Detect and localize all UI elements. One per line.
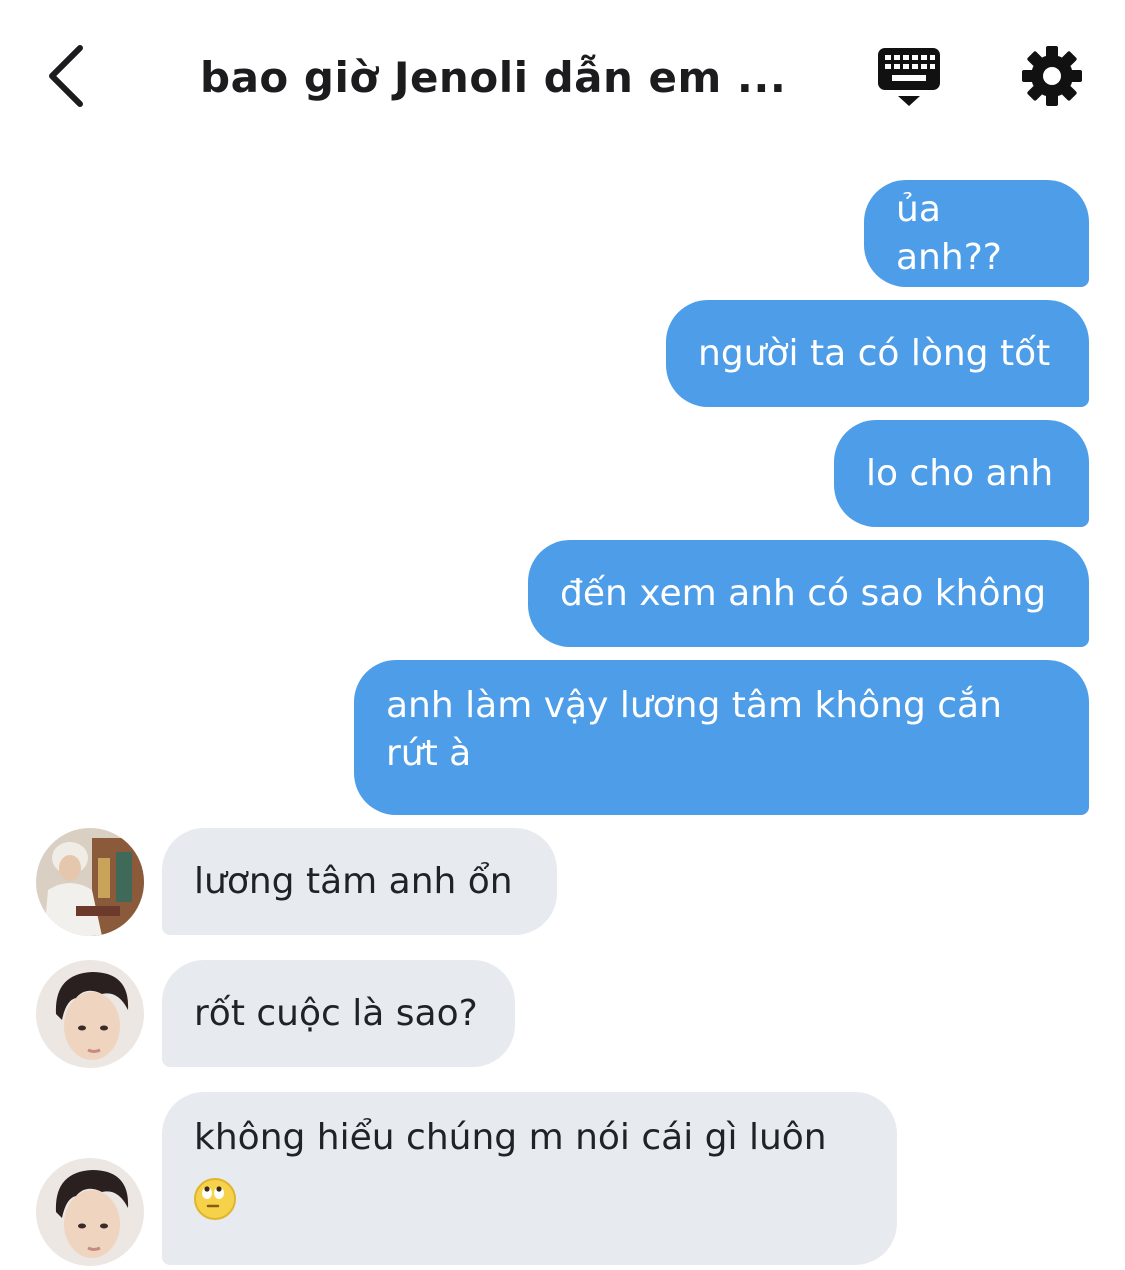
avatar[interactable] <box>36 1158 144 1266</box>
message-text: không hiểu chúng m nói cái gì luôn <box>194 1117 827 1158</box>
chat-header: bao giờ Jenoli dẫn em ... <box>0 0 1125 150</box>
avatar[interactable] <box>36 828 144 936</box>
outgoing-message[interactable]: đến xem anh có sao không <box>528 540 1089 647</box>
incoming-message[interactable]: rốt cuộc là sao? <box>162 960 515 1067</box>
outgoing-message[interactable]: lo cho anh <box>834 420 1089 527</box>
outgoing-message[interactable]: anh làm vậy lương tâm không cắn rứt à <box>354 660 1089 815</box>
message-text: rốt cuộc là sao? <box>194 992 478 1034</box>
settings-button[interactable] <box>1020 44 1084 108</box>
message-text: người ta có lòng tốt <box>698 332 1051 374</box>
message-text: lương tâm anh ổn <box>194 860 513 902</box>
eye-roll-emoji-icon <box>194 1178 236 1220</box>
back-button[interactable] <box>38 40 98 110</box>
incoming-message[interactable]: lương tâm anh ổn <box>162 828 557 935</box>
message-body: không hiểu chúng m nói cái gì luôn <box>194 1114 827 1222</box>
message-text: anh làm vậy lương tâm không cắn rứt à <box>386 685 1002 774</box>
keyboard-toggle-button[interactable] <box>876 44 942 110</box>
gear-icon <box>1022 46 1082 106</box>
incoming-message[interactable]: không hiểu chúng m nói cái gì luôn <box>162 1092 897 1265</box>
keyboard-icon <box>878 48 940 106</box>
emoji-line <box>194 1174 827 1222</box>
outgoing-message[interactable]: người ta có lòng tốt <box>666 300 1089 407</box>
avatar[interactable] <box>36 960 144 1068</box>
chevron-left-icon <box>49 45 83 107</box>
chat-title: bao giờ Jenoli dẫn em ... <box>200 53 787 102</box>
message-text: ủa anh?? <box>896 188 1002 278</box>
message-text: lo cho anh <box>866 452 1054 494</box>
message-text: đến xem anh có sao không <box>560 572 1047 614</box>
outgoing-message[interactable]: ủa anh?? <box>864 180 1089 287</box>
